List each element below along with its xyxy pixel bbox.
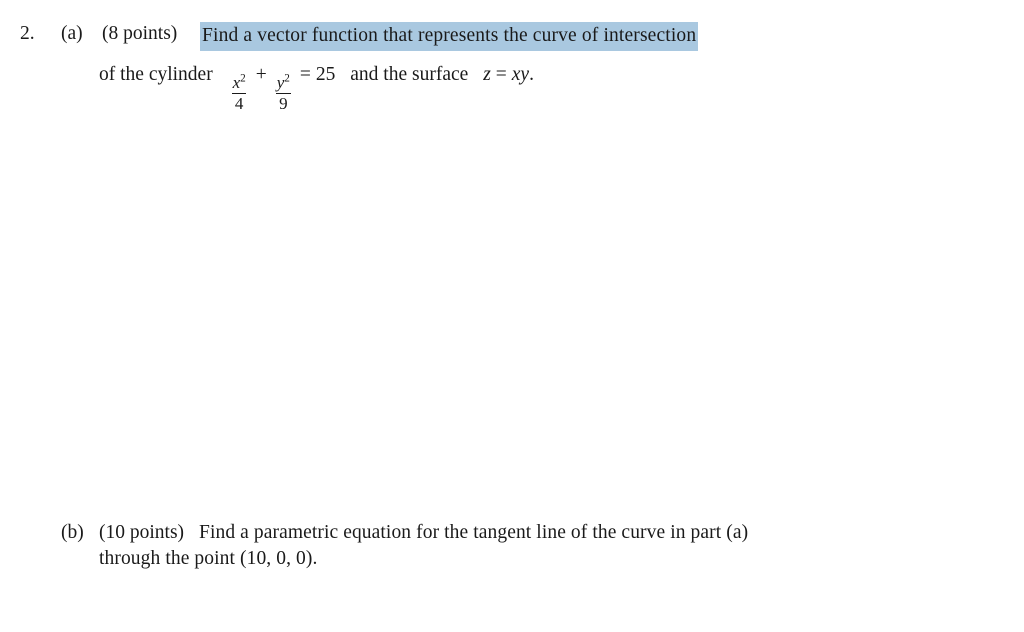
fraction1-numerator: x2 bbox=[230, 72, 249, 93]
fraction2-denominator: 9 bbox=[276, 93, 291, 113]
part-b-points: (10 points) bbox=[99, 522, 185, 543]
cylinder-value: 25 bbox=[315, 64, 336, 85]
surface-variable-z: z bbox=[483, 64, 491, 85]
problem-number: 2. bbox=[20, 23, 35, 44]
plus-operator: + bbox=[255, 64, 267, 85]
fraction-y2-over-9: y2 9 bbox=[274, 72, 293, 114]
equals-operator: = bbox=[299, 64, 311, 85]
document-page: 2. (a) (8 points) Find a vector function… bbox=[0, 0, 1024, 632]
part-b-question-line-2: through the point (10, 0, 0). bbox=[99, 548, 318, 569]
fraction1-numerator-base: x bbox=[232, 73, 241, 92]
surface-lead-text: and the surface bbox=[350, 64, 469, 85]
fraction2-numerator: y2 bbox=[274, 72, 293, 93]
part-b-question-line-1: Find a parametric equation for the tange… bbox=[199, 522, 749, 543]
highlighted-question-text: Find a vector function that represents t… bbox=[200, 22, 699, 51]
surface-equals-operator: = bbox=[495, 64, 507, 85]
surface-expression-xy: xy bbox=[511, 64, 530, 85]
fraction2-numerator-exponent: 2 bbox=[284, 72, 290, 85]
part-a-equation-line: of the cylinder x2 4 + y2 9 = 25 and the… bbox=[99, 64, 534, 113]
sentence-period: . bbox=[529, 64, 534, 85]
spacer-2 bbox=[335, 65, 350, 85]
cylinder-lead-text: of the cylinder bbox=[99, 64, 213, 85]
fraction-x2-over-4: x2 4 bbox=[230, 72, 249, 114]
spacer-3 bbox=[468, 65, 483, 85]
fraction1-numerator-exponent: 2 bbox=[240, 72, 246, 85]
part-a-points: (8 points) bbox=[102, 23, 178, 44]
fraction1-denominator: 4 bbox=[231, 93, 247, 113]
part-a-label: (a) bbox=[61, 23, 83, 44]
part-b-label: (b) bbox=[61, 522, 84, 543]
